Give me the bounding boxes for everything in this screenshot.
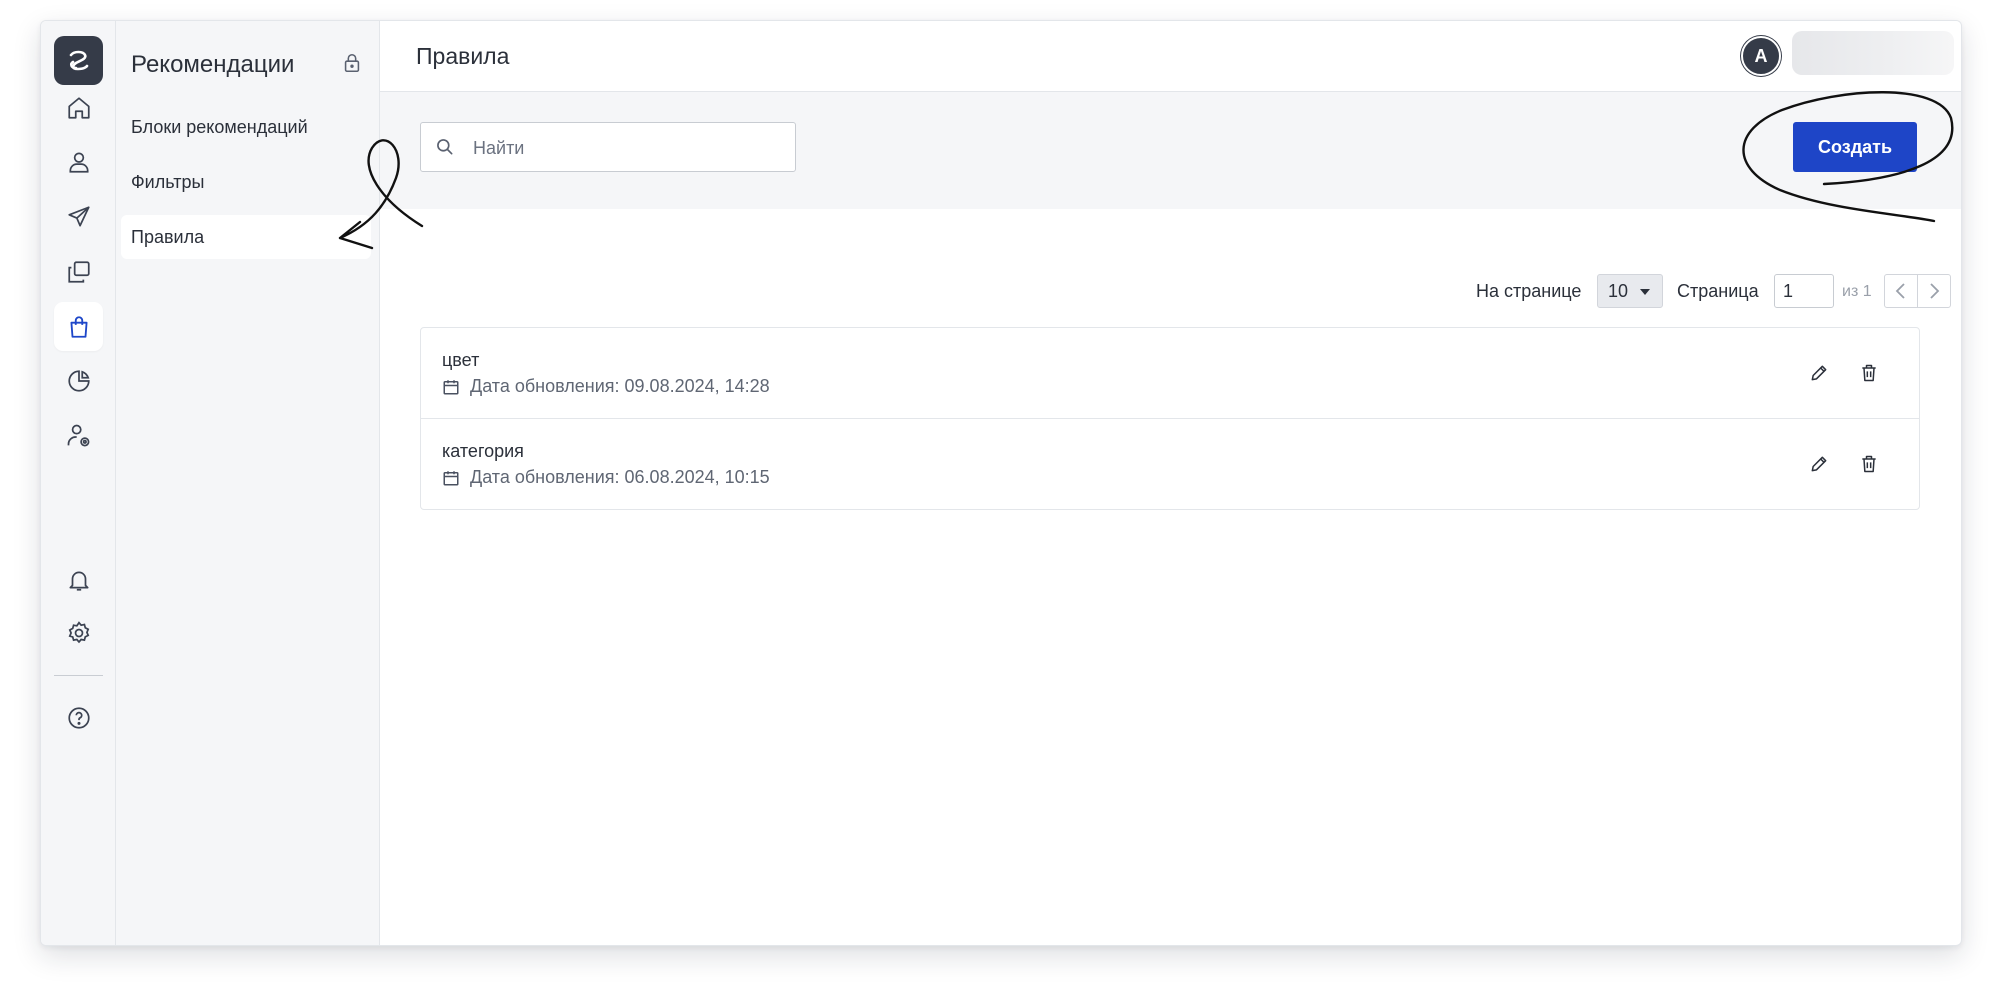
- home-icon[interactable]: [54, 83, 103, 132]
- search-box: [420, 122, 796, 173]
- subnav-item-rules[interactable]: Правила: [121, 215, 371, 259]
- list-item[interactable]: цвет Дата обновления: 09.08.2024, 14:28: [421, 328, 1919, 419]
- rule-updated: Дата обновления: 09.08.2024, 14:28: [442, 376, 770, 397]
- chevron-down-icon: [1640, 289, 1650, 295]
- bell-icon[interactable]: [54, 555, 103, 604]
- pie-chart-icon[interactable]: [54, 356, 103, 405]
- chevron-left-icon[interactable]: [1884, 274, 1918, 308]
- user-name-blurred[interactable]: [1792, 31, 1954, 75]
- list-item[interactable]: категория Дата обновления: 06.08.2024, 1…: [421, 419, 1919, 509]
- search-input[interactable]: [471, 123, 785, 173]
- user-icon[interactable]: [54, 137, 103, 186]
- trash-icon[interactable]: [1854, 358, 1884, 388]
- page-title: Правила: [416, 43, 510, 69]
- section-title: Рекомендации: [131, 51, 295, 78]
- rule-updated: Дата обновления: 06.08.2024, 10:15: [442, 467, 770, 488]
- app-window: Рекомендации Блоки рекомендаций Фильтры …: [40, 20, 1962, 946]
- rule-name[interactable]: цвет: [442, 350, 479, 371]
- calendar-icon: [442, 378, 460, 396]
- rule-updated-text: Дата обновления: 09.08.2024, 14:28: [470, 376, 770, 396]
- page-label: Страница: [1677, 281, 1759, 301]
- help-icon[interactable]: [54, 693, 103, 742]
- pencil-icon[interactable]: [1804, 449, 1834, 479]
- toolbar: Создать: [380, 92, 1961, 209]
- shopping-bag-icon[interactable]: [54, 302, 103, 351]
- page-total: из 1: [1842, 283, 1872, 300]
- pagination: На странице 10 Страница из 1: [380, 271, 1961, 311]
- page-input[interactable]: [1774, 274, 1834, 308]
- rule-updated-text: Дата обновления: 06.08.2024, 10:15: [470, 467, 770, 487]
- per-page-select[interactable]: 10: [1597, 274, 1663, 308]
- subnav-item-filters[interactable]: Фильтры: [121, 160, 371, 204]
- page-header: Правила A: [380, 21, 1961, 92]
- rail-divider: [54, 675, 103, 676]
- gear-icon[interactable]: [54, 608, 103, 657]
- send-icon[interactable]: [54, 192, 103, 241]
- user-settings-icon[interactable]: [54, 411, 103, 460]
- logo-icon[interactable]: [54, 36, 103, 85]
- chevron-right-icon[interactable]: [1917, 274, 1951, 308]
- section-sidebar: Рекомендации Блоки рекомендаций Фильтры …: [116, 21, 380, 945]
- pencil-icon[interactable]: [1804, 358, 1834, 388]
- avatar[interactable]: A: [1741, 36, 1781, 76]
- per-page-label: На странице: [1476, 281, 1582, 301]
- rule-name[interactable]: категория: [442, 441, 524, 462]
- calendar-icon: [442, 469, 460, 487]
- lock-icon[interactable]: [341, 51, 363, 80]
- create-button[interactable]: Создать: [1793, 122, 1917, 172]
- main-content: Правила A Создать На странице 10 Страниц…: [380, 21, 1961, 945]
- trash-icon[interactable]: [1854, 449, 1884, 479]
- icon-rail: [41, 21, 116, 945]
- rules-list: цвет Дата обновления: 09.08.2024, 14:28 …: [420, 327, 1920, 510]
- search-icon: [435, 137, 455, 162]
- copy-icon[interactable]: [54, 247, 103, 296]
- per-page-value: 10: [1608, 281, 1629, 301]
- subnav-item-blocks[interactable]: Блоки рекомендаций: [121, 105, 371, 149]
